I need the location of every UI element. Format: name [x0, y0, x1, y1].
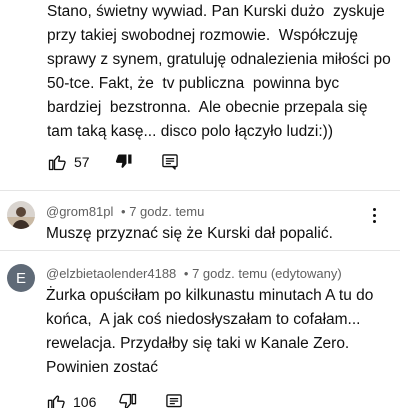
avatar-image: [7, 201, 35, 229]
avatar[interactable]: E: [7, 264, 35, 292]
author-name[interactable]: @grom81pl: [46, 204, 113, 219]
more-vert-icon: [372, 207, 376, 211]
divider: [0, 190, 400, 191]
comment-actions: 57: [47, 152, 180, 172]
like-count: 57: [74, 154, 90, 170]
dislike-button[interactable]: [114, 152, 134, 172]
timestamp: • 7 godz. temu: [121, 204, 205, 219]
comment-meta: @elzbietaolender4188 • 7 godz. temu (edy…: [46, 266, 342, 281]
divider: [0, 250, 400, 251]
like-count: 106: [73, 394, 97, 408]
comment-text: Muszę przyznać się że Kurski dał popalić…: [46, 225, 333, 242]
avatar-letter: E: [15, 269, 26, 287]
avatar[interactable]: [7, 201, 35, 229]
like-button[interactable]: 106: [46, 392, 96, 408]
reply-button[interactable]: [160, 152, 180, 172]
comment-icon: [166, 394, 183, 408]
reply-button[interactable]: [164, 392, 184, 408]
comment-text: Żurka opuściłam po kilkunastu minutach A…: [46, 287, 378, 376]
dislike-button[interactable]: [118, 392, 138, 408]
thumb-up-icon: [47, 395, 65, 408]
comment-text: Stano, świetny wywiad. Pan Kurski dużo z…: [47, 3, 396, 140]
author-name[interactable]: @elzbietaolender4188: [46, 266, 176, 281]
thumb-down-icon: [115, 154, 132, 168]
like-button[interactable]: 57: [47, 152, 90, 172]
comment-icon: [161, 154, 178, 170]
thumb-down-icon: [119, 393, 137, 408]
thumb-up-icon: [48, 155, 66, 171]
timestamp: • 7 godz. temu (edytowany): [183, 266, 342, 281]
comment-meta: @grom81pl • 7 godz. temu: [46, 204, 204, 219]
comment-actions: 106: [46, 392, 184, 408]
